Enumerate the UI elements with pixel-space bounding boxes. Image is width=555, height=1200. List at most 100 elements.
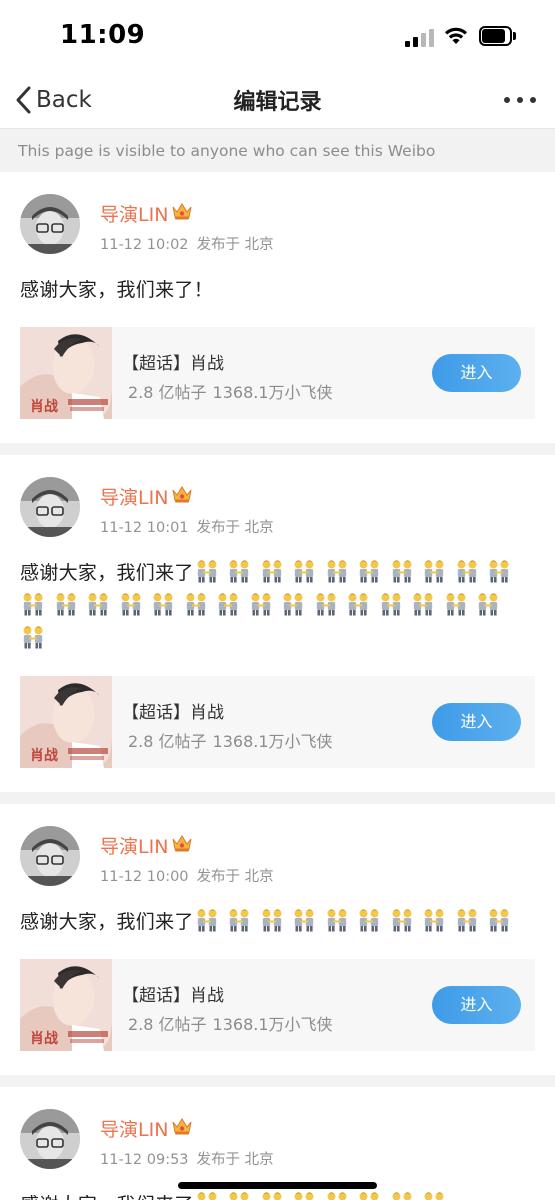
cellular-signal-icon (405, 27, 435, 47)
topic-title: 【超话】肖战 (122, 354, 224, 374)
people-holding-hands-emoji (291, 1191, 317, 1200)
topic-stats: 2.8 亿帖子 1368.1万小飞侠 (128, 1011, 333, 1035)
people-holding-hands-emoji (410, 592, 436, 616)
people-holding-hands-emoji (345, 592, 371, 616)
people-holding-hands-emoji (183, 592, 209, 616)
edit-history-list: 导演LIN 11-12 10:02 发布于 北京 感谢大家，我们来了！ 肖战 【超… (0, 172, 555, 1200)
post-meta: 11-12 10:01 发布于 北京 (100, 516, 274, 537)
post-item: 导演LIN 11-12 10:02 发布于 北京 感谢大家，我们来了！ 肖战 【超… (0, 172, 555, 419)
post-text-content: 感谢大家，我们来了 (20, 1194, 194, 1200)
svg-text:肖战: 肖战 (30, 747, 58, 764)
people-holding-hands-emoji (194, 908, 220, 932)
people-holding-hands-emoji (20, 592, 46, 616)
avatar[interactable] (20, 194, 80, 254)
enter-button[interactable]: 进入 (432, 354, 521, 392)
people-holding-hands-emoji (475, 592, 501, 616)
author-name-link[interactable]: 导演LIN (100, 1115, 193, 1142)
people-holding-hands-emoji (291, 908, 317, 932)
topic-post-count: 2.8 亿帖子 (128, 732, 207, 751)
nav-bar: Back 编辑记录 (0, 72, 555, 128)
status-time: 11:09 (60, 20, 146, 50)
super-topic-card[interactable]: 肖战 【超话】肖战 2.8 亿帖子 1368.1万小飞侠 进入 (20, 676, 535, 768)
page-title: 编辑记录 (233, 90, 322, 115)
people-holding-hands-emoji (313, 592, 339, 616)
people-holding-hands-emoji (248, 592, 274, 616)
post-time: 11-12 09:53 (100, 1152, 189, 1168)
post-time: 11-12 10:01 (100, 520, 189, 536)
topic-title: 【超话】肖战 (122, 703, 224, 723)
topic-stats: 2.8 亿帖子 1368.1万小飞侠 (128, 379, 333, 403)
post-source: 发布于 北京 (196, 237, 274, 253)
people-holding-hands-emoji (226, 559, 252, 583)
people-holding-hands-emoji (324, 908, 350, 932)
people-holding-hands-emoji (194, 559, 220, 583)
author-name: 导演LIN (100, 836, 169, 858)
super-topic-card[interactable]: 肖战 【超话】肖战 2.8 亿帖子 1368.1万小飞侠 进入 (20, 959, 535, 1051)
people-holding-hands-emoji (215, 592, 241, 616)
people-holding-hands-emoji (378, 592, 404, 616)
people-holding-hands-emoji (421, 559, 447, 583)
author-name-link[interactable]: 导演LIN (100, 483, 193, 510)
enter-button[interactable]: 进入 (432, 986, 521, 1024)
people-holding-hands-emoji (454, 559, 480, 583)
post-meta: 11-12 10:02 发布于 北京 (100, 233, 274, 254)
people-holding-hands-emoji (486, 559, 512, 583)
post-text: 感谢大家，我们来了！ (20, 274, 535, 307)
people-holding-hands-emoji (421, 1191, 447, 1200)
post-source: 发布于 北京 (196, 1152, 274, 1168)
post-text-content: 感谢大家，我们来了 (20, 911, 194, 933)
visibility-notice: This page is visible to anyone who can s… (0, 128, 555, 172)
topic-thumbnail: 肖战 (20, 676, 112, 768)
people-holding-hands-emoji (324, 559, 350, 583)
people-holding-hands-emoji (118, 592, 144, 616)
crown-icon (171, 484, 193, 509)
people-holding-hands-emoji (20, 625, 46, 649)
home-indicator[interactable] (178, 1182, 377, 1189)
more-options-icon[interactable] (500, 88, 540, 112)
people-holding-hands-emoji (226, 1191, 252, 1200)
post-time: 11-12 10:00 (100, 869, 189, 885)
post-time: 11-12 10:02 (100, 237, 189, 253)
people-holding-hands-emoji (389, 1191, 415, 1200)
post-text-content: 感谢大家，我们来了 (20, 562, 194, 584)
people-holding-hands-emoji (454, 908, 480, 932)
people-holding-hands-emoji (53, 592, 79, 616)
people-holding-hands-emoji (280, 592, 306, 616)
crown-icon (171, 1116, 193, 1141)
post-source: 发布于 北京 (196, 520, 274, 536)
people-holding-hands-emoji (85, 592, 111, 616)
svg-text:肖战: 肖战 (30, 398, 58, 415)
people-holding-hands-emoji (259, 1191, 285, 1200)
battery-icon (479, 26, 517, 46)
enter-button[interactable]: 进入 (432, 703, 521, 741)
super-topic-card[interactable]: 肖战 【超话】肖战 2.8 亿帖子 1368.1万小飞侠 进入 (20, 327, 535, 419)
people-holding-hands-emoji (291, 559, 317, 583)
topic-fan-count: 1368.1万小飞侠 (212, 1015, 333, 1034)
avatar[interactable] (20, 826, 80, 886)
author-name: 导演LIN (100, 204, 169, 226)
crown-icon (171, 833, 193, 858)
topic-post-count: 2.8 亿帖子 (128, 383, 207, 402)
post-meta: 11-12 09:53 发布于 北京 (100, 1148, 274, 1169)
author-name-link[interactable]: 导演LIN (100, 200, 193, 227)
topic-thumbnail: 肖战 (20, 959, 112, 1051)
topic-stats: 2.8 亿帖子 1368.1万小飞侠 (128, 728, 333, 752)
post-text: 感谢大家，我们来了 (20, 906, 535, 939)
people-holding-hands-emoji (356, 1191, 382, 1200)
status-bar: 11:09 (0, 0, 555, 72)
post-meta: 11-12 10:00 发布于 北京 (100, 865, 274, 886)
people-holding-hands-emoji (356, 559, 382, 583)
topic-title: 【超话】肖战 (122, 986, 224, 1006)
post-text: 感谢大家，我们来了 (20, 1189, 535, 1200)
author-name-link[interactable]: 导演LIN (100, 832, 193, 859)
people-holding-hands-emoji (259, 559, 285, 583)
avatar[interactable] (20, 1109, 80, 1169)
people-holding-hands-emoji (226, 908, 252, 932)
topic-thumbnail: 肖战 (20, 327, 112, 419)
people-holding-hands-emoji (150, 592, 176, 616)
wifi-icon (445, 27, 467, 44)
svg-text:肖战: 肖战 (30, 1030, 58, 1047)
avatar[interactable] (20, 477, 80, 537)
author-name: 导演LIN (100, 487, 169, 509)
crown-icon (171, 201, 193, 226)
